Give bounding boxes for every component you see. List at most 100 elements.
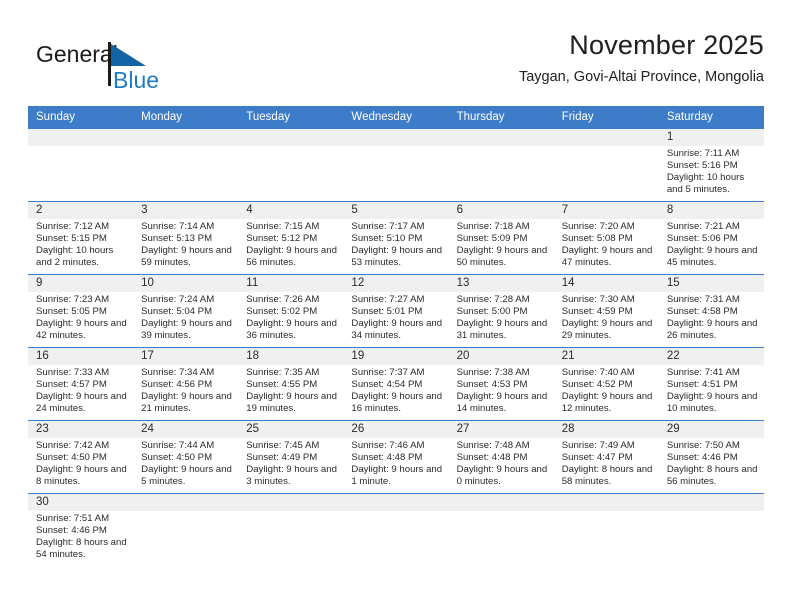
calendar-day-cell[interactable]: 30 Sunrise: 7:51 AM Sunset: 4:46 PM Dayligh…	[28, 493, 134, 566]
general-blue-logo[interactable]: General Blue	[34, 36, 174, 94]
day-number: 17	[133, 348, 239, 365]
weekday-header-wednesday: Wednesday	[343, 106, 449, 129]
day-number: 14	[553, 275, 659, 292]
day-details: Sunrise: 7:34 AM Sunset: 4:56 PM Daylight:…	[133, 365, 238, 415]
calendar-day-cell[interactable]: 29 Sunrise: 7:50 AM Sunset: 4:46 PM Dayligh…	[658, 420, 764, 494]
day-details: Sunrise: 7:15 AM Sunset: 5:12 PM Daylight:…	[238, 219, 343, 269]
cell-inner: 16 Sunrise: 7:33 AM Sunset: 4:57 PM Dayligh…	[28, 348, 134, 420]
cell-inner	[133, 494, 239, 566]
daylight-text: Daylight: 9 hours and 12 minutes.	[561, 390, 653, 414]
sunset-text: Sunset: 4:48 PM	[456, 451, 528, 463]
daylight-text: Daylight: 8 hours and 58 minutes.	[561, 463, 653, 487]
calendar-day-cell[interactable]: 15 Sunrise: 7:31 AM Sunset: 4:58 PM Dayligh…	[658, 274, 764, 348]
cell-inner: 6 Sunrise: 7:18 AM Sunset: 5:09 PM Daylight…	[448, 202, 554, 274]
day-number: 1	[658, 129, 764, 146]
sunrise-text: Sunrise: 7:24 AM	[141, 294, 215, 305]
day-number: 10	[133, 275, 239, 292]
day-number: 21	[553, 348, 659, 365]
day-number	[238, 494, 344, 511]
sunrise-text: Sunrise: 7:12 AM	[36, 221, 110, 232]
day-details: Sunrise: 7:31 AM Sunset: 4:58 PM Daylight:…	[659, 292, 764, 342]
logo-text-blue: Blue	[113, 67, 159, 93]
page-header: General Blue November 2025 Taygan, Govi-…	[28, 28, 764, 100]
day-number: 7	[553, 202, 659, 219]
calendar-day-cell[interactable]: 24 Sunrise: 7:44 AM Sunset: 4:50 PM Dayligh…	[133, 420, 239, 494]
calendar-day-cell[interactable]: 1 Sunrise: 7:11 AM Sunset: 5:16 PM Daylight…	[658, 128, 764, 202]
calendar-day-cell[interactable]: 6 Sunrise: 7:18 AM Sunset: 5:09 PM Daylight…	[448, 201, 554, 275]
day-number	[343, 494, 449, 511]
sunrise-text: Sunrise: 7:51 AM	[36, 513, 110, 524]
calendar-day-cell[interactable]: 27 Sunrise: 7:48 AM Sunset: 4:48 PM Dayligh…	[448, 420, 554, 494]
sunrise-text: Sunrise: 7:26 AM	[246, 294, 320, 305]
calendar-day-cell[interactable]: 21 Sunrise: 7:40 AM Sunset: 4:52 PM Dayligh…	[553, 347, 659, 421]
calendar-day-cell[interactable]: 14 Sunrise: 7:30 AM Sunset: 4:59 PM Dayligh…	[553, 274, 659, 348]
calendar-day-cell[interactable]: 28 Sunrise: 7:49 AM Sunset: 4:47 PM Dayligh…	[553, 420, 659, 494]
calendar-day-cell[interactable]: 9 Sunrise: 7:23 AM Sunset: 5:05 PM Daylight…	[28, 274, 134, 348]
cell-inner	[28, 129, 134, 201]
cell-inner: 17 Sunrise: 7:34 AM Sunset: 4:56 PM Dayligh…	[133, 348, 239, 420]
calendar-day-cell[interactable]: 7 Sunrise: 7:20 AM Sunset: 5:08 PM Daylight…	[553, 201, 659, 275]
daylight-text: Daylight: 9 hours and 47 minutes.	[561, 244, 653, 268]
sunset-text: Sunset: 4:59 PM	[561, 305, 633, 317]
day-number: 20	[448, 348, 554, 365]
sunrise-text: Sunrise: 7:11 AM	[666, 148, 740, 159]
calendar-day-cell[interactable]: 22 Sunrise: 7:41 AM Sunset: 4:51 PM Dayligh…	[658, 347, 764, 421]
calendar-day-cell[interactable]: 16 Sunrise: 7:33 AM Sunset: 4:57 PM Dayligh…	[28, 347, 134, 421]
sunrise-text: Sunrise: 7:50 AM	[666, 440, 740, 451]
weekday-header-monday: Monday	[133, 106, 239, 129]
day-details: Sunrise: 7:18 AM Sunset: 5:09 PM Daylight:…	[449, 219, 554, 269]
page-title: November 2025	[569, 30, 764, 60]
day-number: 2	[28, 202, 134, 219]
calendar-week-row: 1 Sunrise: 7:11 AM Sunset: 5:16 PM Daylight…	[28, 128, 764, 202]
calendar-day-cell[interactable]: 3 Sunrise: 7:14 AM Sunset: 5:13 PM Daylight…	[133, 201, 239, 275]
calendar-day-cell[interactable]: 13 Sunrise: 7:28 AM Sunset: 5:00 PM Dayligh…	[448, 274, 554, 348]
cell-inner: 19 Sunrise: 7:37 AM Sunset: 4:54 PM Dayligh…	[343, 348, 449, 420]
sunrise-text: Sunrise: 7:49 AM	[561, 440, 635, 451]
calendar-day-cell[interactable]: 26 Sunrise: 7:46 AM Sunset: 4:48 PM Dayligh…	[343, 420, 449, 494]
day-number: 13	[448, 275, 554, 292]
daylight-text: Daylight: 9 hours and 10 minutes.	[666, 390, 758, 414]
cell-inner: 1 Sunrise: 7:11 AM Sunset: 5:16 PM Daylight…	[658, 129, 764, 201]
calendar-day-cell[interactable]: 10 Sunrise: 7:24 AM Sunset: 5:04 PM Dayligh…	[133, 274, 239, 348]
calendar-day-cell[interactable]: 18 Sunrise: 7:35 AM Sunset: 4:55 PM Dayligh…	[238, 347, 344, 421]
calendar-day-cell[interactable]: 4 Sunrise: 7:15 AM Sunset: 5:12 PM Daylight…	[238, 201, 344, 275]
sunrise-text: Sunrise: 7:27 AM	[351, 294, 425, 305]
calendar-day-cell[interactable]: 11 Sunrise: 7:26 AM Sunset: 5:02 PM Dayligh…	[238, 274, 344, 348]
cell-inner	[343, 129, 449, 201]
calendar-day-cell[interactable]: 19 Sunrise: 7:37 AM Sunset: 4:54 PM Dayligh…	[343, 347, 449, 421]
calendar-day-cell[interactable]: 8 Sunrise: 7:21 AM Sunset: 5:06 PM Daylight…	[658, 201, 764, 275]
weekday-header: Sunday Monday Tuesday Wednesday Thursday Frid…	[28, 106, 764, 129]
weekday-header-thursday: Thursday	[448, 106, 554, 129]
daylight-text: Daylight: 9 hours and 34 minutes.	[351, 317, 443, 341]
cell-inner: 25 Sunrise: 7:45 AM Sunset: 4:49 PM Dayligh…	[238, 421, 344, 493]
calendar-day-cell[interactable]: 23 Sunrise: 7:42 AM Sunset: 4:50 PM Dayligh…	[28, 420, 134, 494]
calendar-day-cell[interactable]: 5 Sunrise: 7:17 AM Sunset: 5:10 PM Daylight…	[343, 201, 449, 275]
calendar-day-cell[interactable]: 20 Sunrise: 7:38 AM Sunset: 4:53 PM Dayligh…	[448, 347, 554, 421]
day-details: Sunrise: 7:49 AM Sunset: 4:47 PM Daylight:…	[554, 438, 659, 488]
calendar-day-cell[interactable]: 25 Sunrise: 7:45 AM Sunset: 4:49 PM Dayligh…	[238, 420, 344, 494]
daylight-text: Daylight: 9 hours and 59 minutes.	[141, 244, 232, 268]
day-details: Sunrise: 7:26 AM Sunset: 5:02 PM Daylight:…	[238, 292, 343, 342]
sunrise-text: Sunrise: 7:42 AM	[36, 440, 110, 451]
calendar-day-cell[interactable]: 17 Sunrise: 7:34 AM Sunset: 4:56 PM Dayligh…	[133, 347, 239, 421]
daylight-text: Daylight: 9 hours and 16 minutes.	[351, 390, 443, 414]
day-number: 30	[28, 494, 134, 511]
sunrise-text: Sunrise: 7:48 AM	[456, 440, 530, 451]
day-details: Sunrise: 7:35 AM Sunset: 4:55 PM Daylight:…	[238, 365, 343, 415]
calendar-cell-empty	[133, 493, 239, 566]
calendar-day-cell[interactable]: 12 Sunrise: 7:27 AM Sunset: 5:01 PM Dayligh…	[343, 274, 449, 348]
calendar-week-row: 30 Sunrise: 7:51 AM Sunset: 4:46 PM Dayligh…	[28, 493, 764, 566]
sunset-text: Sunset: 4:48 PM	[351, 451, 423, 463]
cell-inner: 13 Sunrise: 7:28 AM Sunset: 5:00 PM Dayligh…	[448, 275, 554, 347]
sunset-text: Sunset: 5:05 PM	[36, 305, 107, 317]
day-details: Sunrise: 7:23 AM Sunset: 5:05 PM Daylight:…	[28, 292, 133, 342]
calendar-cell-empty	[238, 128, 344, 202]
sunrise-text: Sunrise: 7:34 AM	[141, 367, 215, 378]
calendar-week-row: 16 Sunrise: 7:33 AM Sunset: 4:57 PM Dayligh…	[28, 347, 764, 421]
calendar-day-cell[interactable]: 2 Sunrise: 7:12 AM Sunset: 5:15 PM Daylight…	[28, 201, 134, 275]
day-number: 29	[658, 421, 764, 438]
calendar-header-row: Sunday Monday Tuesday Wednesday Thursday Frid…	[28, 106, 764, 129]
sunrise-text: Sunrise: 7:35 AM	[246, 367, 320, 378]
day-number: 18	[238, 348, 344, 365]
daylight-text: Daylight: 9 hours and 31 minutes.	[456, 317, 548, 341]
